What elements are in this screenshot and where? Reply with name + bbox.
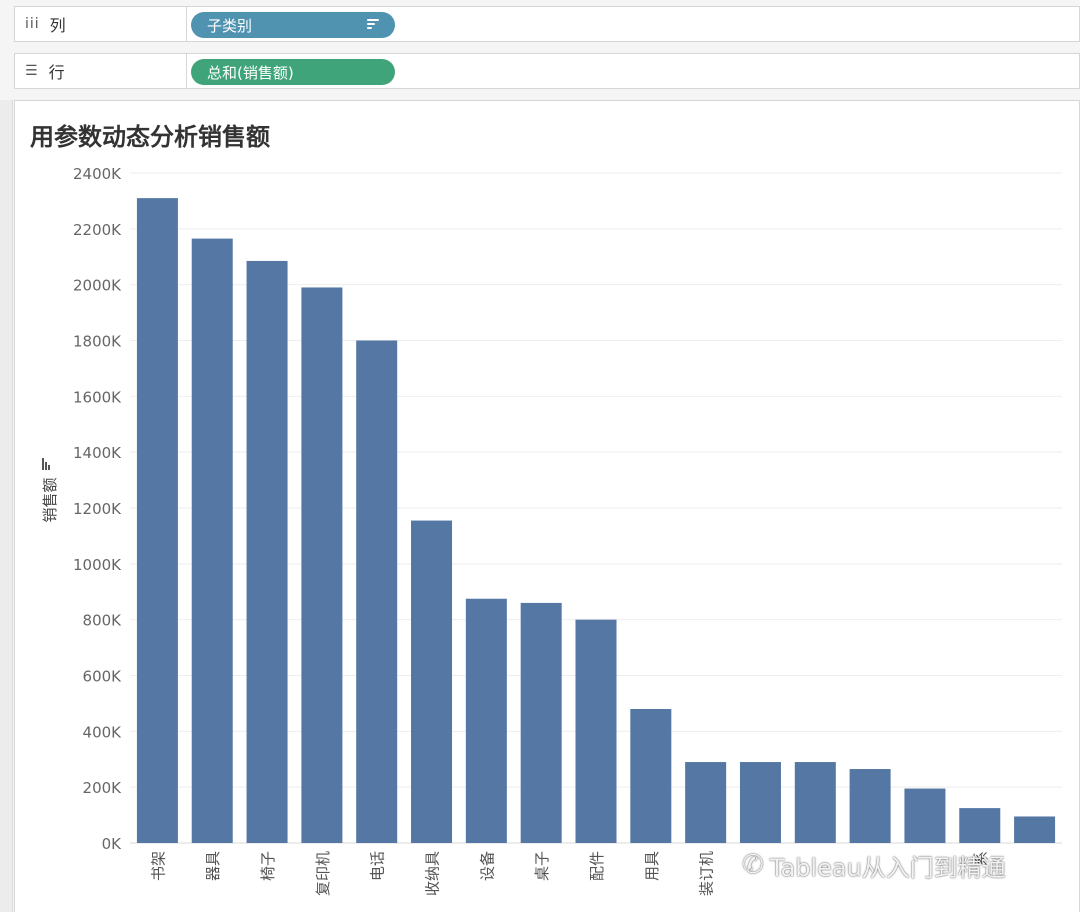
x-tick-label: 椅子 <box>259 851 277 881</box>
bar <box>959 808 1001 843</box>
bar <box>520 602 562 843</box>
y-tick-label: 600K <box>83 668 123 686</box>
x-tick-label: 设备 <box>478 851 496 881</box>
y-tick-label: 1000K <box>73 556 122 574</box>
y-tick-label: 1800K <box>73 333 122 351</box>
bar <box>301 287 343 843</box>
bar <box>630 709 672 843</box>
bar <box>411 520 453 843</box>
y-tick-label: 1200K <box>73 500 122 518</box>
watermark: ✆ Tableau从入门到精通 <box>742 848 1006 882</box>
y-tick-label: 2400K <box>73 165 122 183</box>
x-tick-label: 用具 <box>643 851 661 881</box>
bar <box>685 762 727 843</box>
bar <box>794 762 836 843</box>
bar <box>465 598 507 843</box>
y-tick-label: 2000K <box>73 277 122 295</box>
bar-chart: 0K 200K 400K 600K 800K 1000K 1200K 1400K 1600K 18… <box>41 165 1062 896</box>
bar <box>1014 816 1056 843</box>
bar <box>356 340 398 843</box>
x-tick-label: 装订机 <box>698 851 716 896</box>
bar <box>739 762 781 843</box>
y-tick-label: 2200K <box>73 221 122 239</box>
bar <box>904 788 946 843</box>
y-tick-label: 0K <box>102 835 123 853</box>
y-tick-label: 400K <box>83 723 123 741</box>
x-tick-label: 书架 <box>149 851 167 881</box>
bar <box>191 238 233 843</box>
watermark-text: Tableau从入门到精通 <box>769 853 1006 882</box>
x-tick-label: 电话 <box>369 851 387 881</box>
y-axis-sort-icon[interactable] <box>42 458 50 470</box>
y-tick-label: 1600K <box>73 388 122 406</box>
y-axis-title: 销售额 <box>41 477 59 522</box>
y-tick-label: 800K <box>83 612 123 630</box>
bar <box>849 769 891 843</box>
x-tick-label: 桌子 <box>533 851 551 881</box>
x-tick-label: 器具 <box>204 851 222 881</box>
x-tick-label: 配件 <box>588 851 606 881</box>
bar <box>575 619 617 843</box>
y-tick-label: 200K <box>83 779 123 797</box>
bar <box>136 198 178 843</box>
wechat-icon: ✆ <box>742 850 764 880</box>
x-tick-label: 收纳具 <box>424 851 442 896</box>
y-tick-label: 1400K <box>73 444 122 462</box>
x-tick-label: 复印机 <box>314 851 332 896</box>
bar <box>246 260 288 843</box>
